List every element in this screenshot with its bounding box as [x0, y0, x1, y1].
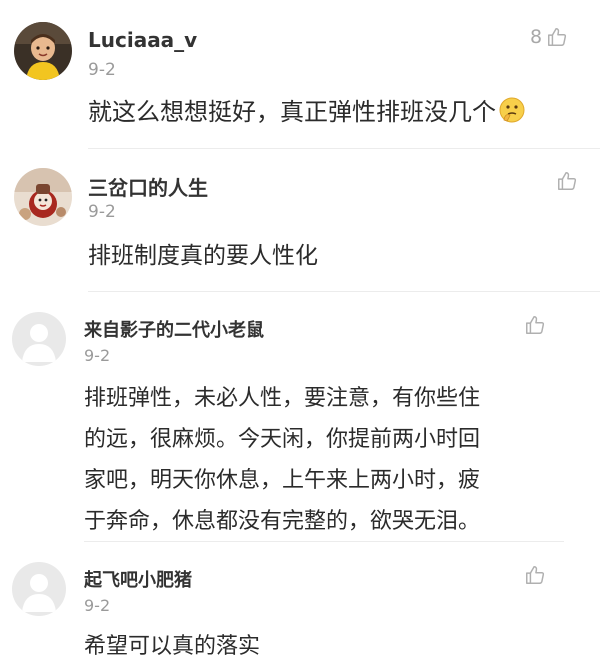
comment-item: 起飞吧小肥猪 9-2 希望可以真的落实 — [0, 542, 600, 666]
divider — [88, 148, 600, 149]
like-count: 8 — [530, 26, 543, 48]
comment-text: 排班制度真的要人性化 — [88, 243, 318, 269]
default-user-icon — [12, 312, 66, 366]
comment-date: 9-2 — [84, 346, 111, 365]
like-button[interactable] — [520, 314, 546, 336]
comment-list: Luciaaa_v 9-2 8 就这么想想挺好，真正弹性排班没几个 三岔口的人生… — [0, 0, 600, 666]
avatar[interactable] — [14, 22, 72, 80]
comment-username[interactable]: 来自影子的二代小老鼠 — [84, 316, 264, 342]
avatar[interactable] — [12, 562, 66, 616]
comment-date: 9-2 — [84, 596, 111, 615]
thumbs-up-icon — [524, 564, 546, 586]
comment-item: 三岔口的人生 9-2 排班制度真的要人性化 — [0, 150, 600, 292]
default-user-icon — [12, 562, 66, 616]
comment-username[interactable]: Luciaaa_v — [88, 28, 197, 52]
child-photo-avatar-icon — [14, 22, 72, 80]
figurine-photo-avatar-icon — [14, 168, 72, 226]
comment-text-line: 于奔命，休息都没有完整的，欲哭无泪。 — [84, 509, 481, 534]
comment-text-body: 就这么想想挺好，真正弹性排班没几个 — [88, 98, 496, 126]
like-button[interactable] — [520, 564, 546, 586]
comment-text-line: 排班弹性，未必人性，要注意，有你些住 — [84, 386, 481, 411]
comment-username[interactable]: 三岔口的人生 — [88, 172, 208, 201]
comment-text-line: 的远，很麻烦。今天闲，你提前两小时回 — [84, 427, 481, 452]
thumbs-up-icon — [524, 314, 546, 336]
comment-text: 希望可以真的落实 — [84, 634, 261, 659]
like-button[interactable]: 8 — [530, 26, 568, 48]
comment-date: 9-2 — [88, 202, 116, 222]
comment-text: 排班弹性，未必人性，要注意，有你些住 的远，很麻烦。今天闲，你提前两小时回 家吧… — [84, 378, 594, 542]
comment-item: 来自影子的二代小老鼠 9-2 排班弹性，未必人性，要注意，有你些住 的远，很麻烦… — [0, 292, 600, 542]
comment-text: 就这么想想挺好，真正弹性排班没几个 — [88, 92, 588, 137]
thumbs-up-icon — [546, 26, 568, 48]
comment-username[interactable]: 起飞吧小肥猪 — [84, 566, 192, 592]
comment-item: Luciaaa_v 9-2 8 就这么想想挺好，真正弹性排班没几个 — [0, 0, 600, 150]
like-button[interactable] — [552, 170, 578, 192]
comment-text-line: 家吧，明天你休息，上午来上两小时，疲 — [84, 468, 481, 493]
comment-date: 9-2 — [88, 60, 116, 80]
thinking-face-emoji-icon — [498, 96, 526, 137]
thumbs-up-icon — [556, 170, 578, 192]
avatar[interactable] — [14, 168, 72, 226]
avatar[interactable] — [12, 312, 66, 366]
